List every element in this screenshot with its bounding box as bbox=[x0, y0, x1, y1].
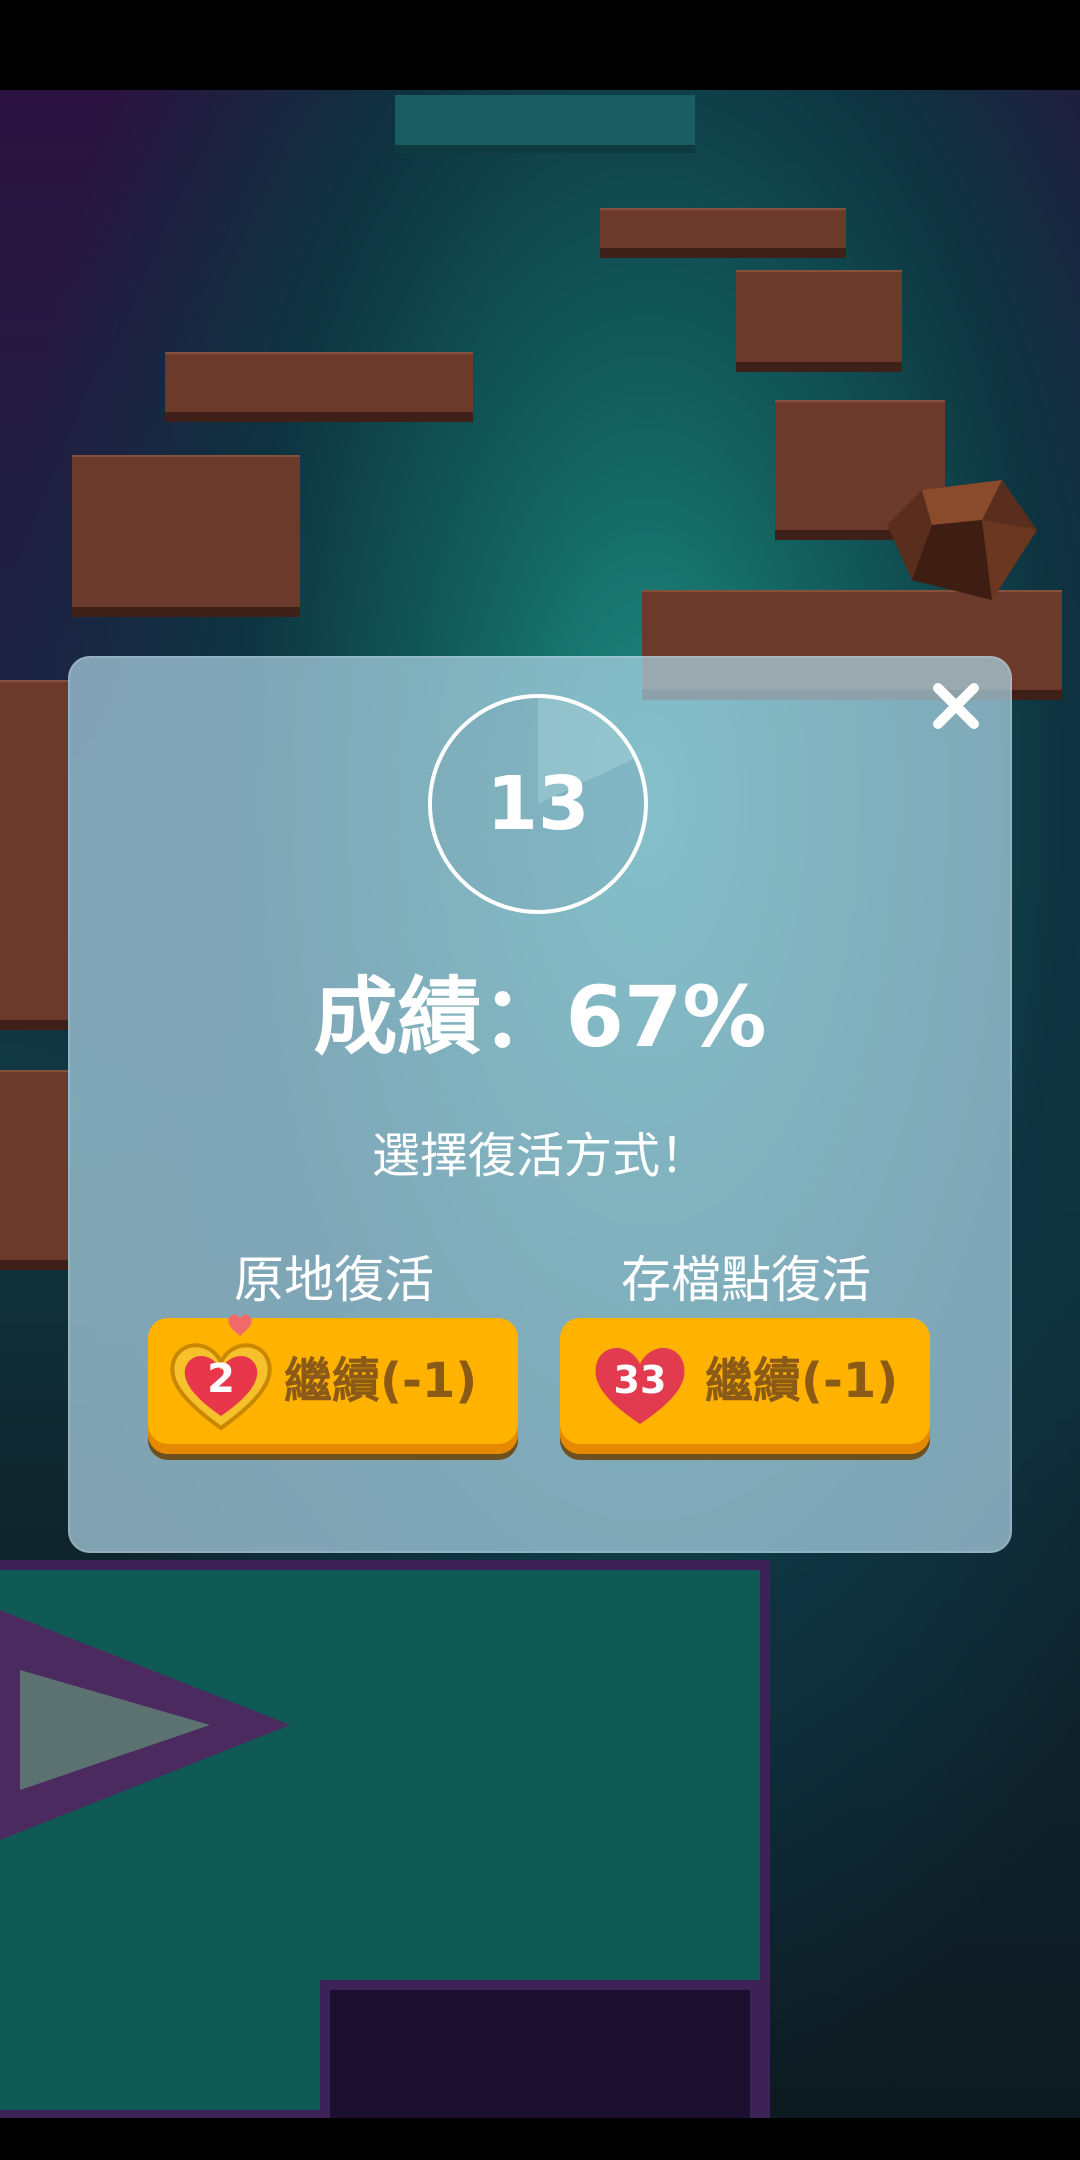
tile bbox=[0, 680, 68, 1030]
tile bbox=[72, 455, 300, 617]
revive-checkpoint-button[interactable]: 33 繼續(-1) bbox=[560, 1318, 930, 1454]
continue-label: 繼續(-1) bbox=[705, 1353, 899, 1409]
status-bar bbox=[0, 0, 1080, 90]
tile-teal bbox=[395, 95, 695, 153]
tile bbox=[736, 270, 902, 372]
revive-in-place-label: 原地復活 bbox=[234, 1251, 434, 1309]
level-number: 13 bbox=[486, 761, 590, 847]
game-screen: 13 成績：67% 選擇復活方式！ 原地復活 2 繼續(-1) 存檔點復活 33… bbox=[0, 0, 1080, 2160]
revive-prompt: 選擇復活方式！ bbox=[371, 1128, 708, 1184]
tile bbox=[600, 208, 846, 258]
arrow-icon bbox=[0, 1610, 290, 1840]
score-text: 成績：67% bbox=[313, 968, 767, 1066]
small-heart-icon bbox=[228, 1314, 252, 1336]
gem-icon bbox=[887, 480, 1037, 600]
revive-in-place-button[interactable]: 2 繼續(-1) bbox=[148, 1314, 518, 1454]
close-icon[interactable] bbox=[926, 676, 986, 736]
tile bbox=[165, 352, 473, 422]
heart-count: 33 bbox=[613, 1358, 667, 1402]
tile bbox=[0, 1070, 68, 1270]
continue-label: 繼續(-1) bbox=[284, 1353, 478, 1409]
heart-count: 2 bbox=[207, 1356, 235, 1402]
revive-checkpoint-label: 存檔點復活 bbox=[621, 1251, 871, 1309]
navigation-bar bbox=[0, 2118, 1080, 2160]
